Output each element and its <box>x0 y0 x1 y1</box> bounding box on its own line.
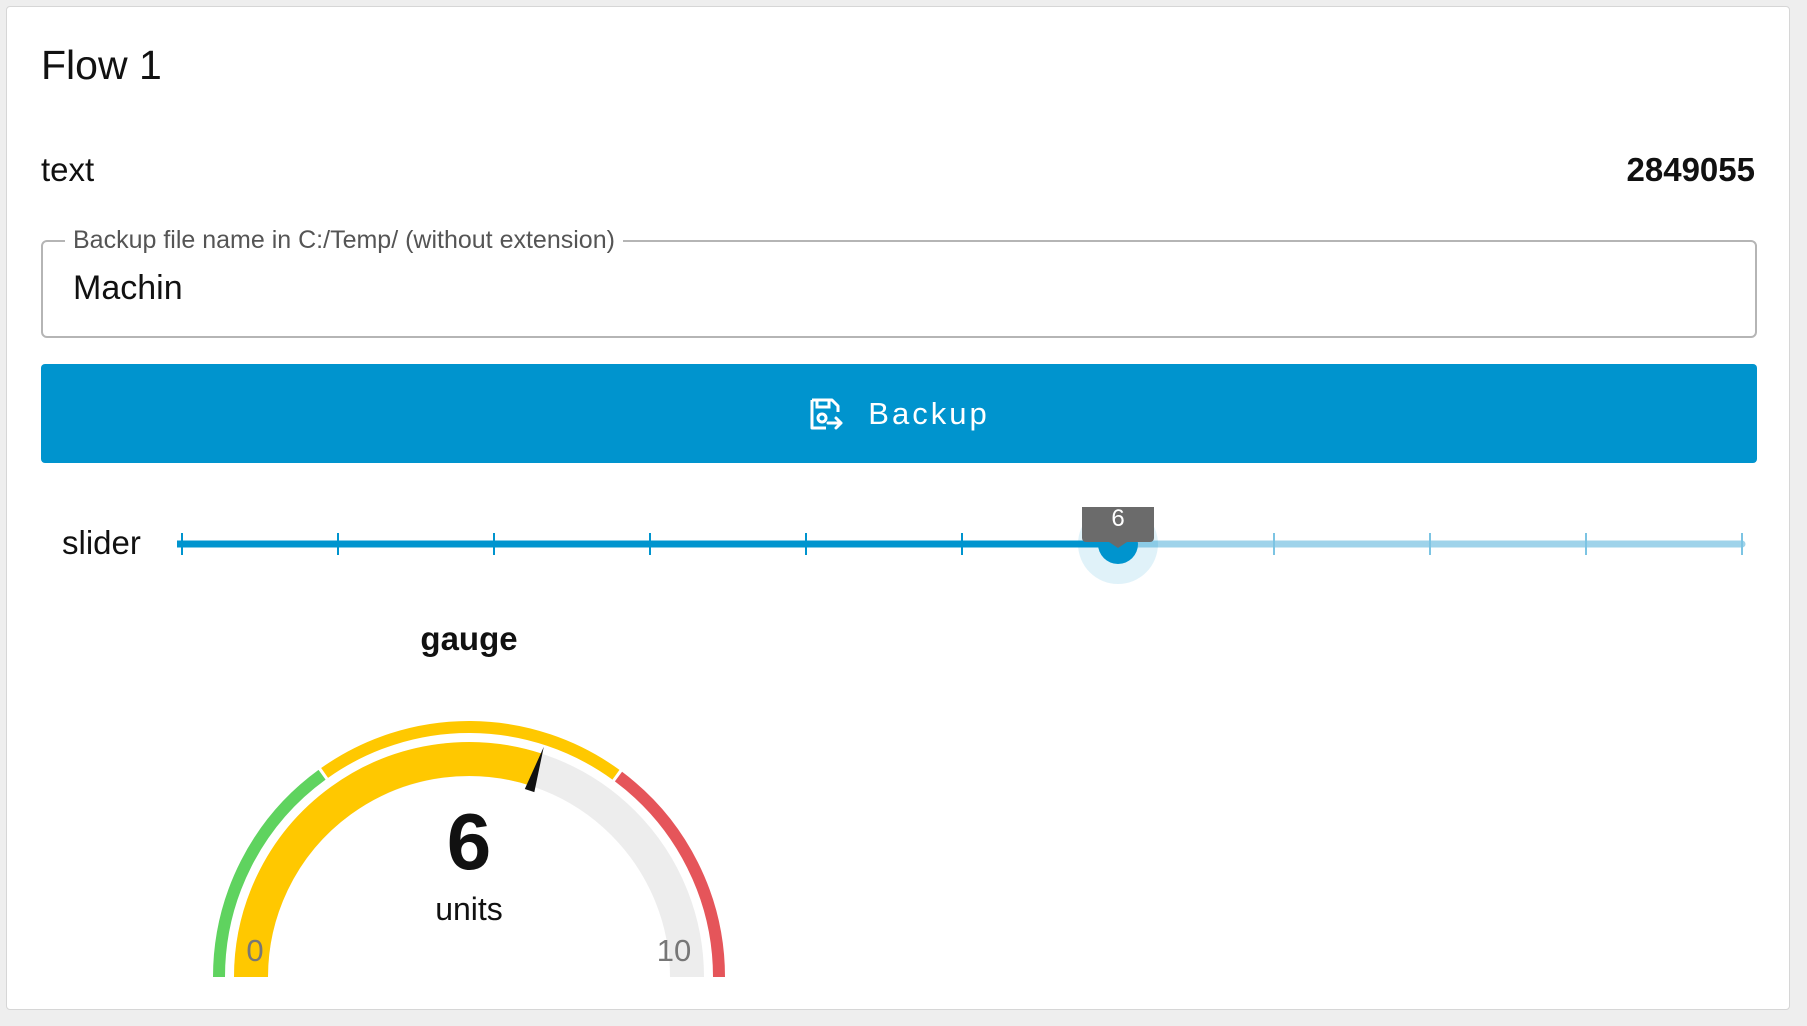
slider-value-tooltip-text: 6 <box>1111 507 1124 532</box>
save-export-icon <box>808 396 844 432</box>
group-title: Flow 1 <box>41 42 162 88</box>
slider-value-tooltip: 6 <box>1082 492 1154 548</box>
gauge-max-label: 10 <box>657 933 691 968</box>
text-widget-value: 2849055 <box>1626 151 1755 188</box>
gauge: gauge 6 units 0 10 <box>167 615 767 995</box>
gauge-units: units <box>435 891 503 927</box>
backup-button-label: Backup <box>868 395 990 431</box>
slider-label: slider <box>62 524 141 561</box>
backup-button[interactable]: Backup <box>41 364 1757 463</box>
dashboard-group-card: Flow 1 text 2849055 Backup file name in … <box>6 6 1790 1010</box>
gauge-title: gauge <box>420 620 517 657</box>
backup-filename-field[interactable]: Backup file name in C:/Temp/ (without ex… <box>41 224 1757 338</box>
backup-filename-input[interactable] <box>73 268 1673 309</box>
text-widget-label: text <box>41 151 95 188</box>
slider[interactable]: 6 <box>173 492 1757 597</box>
gauge-value: 6 <box>447 797 492 886</box>
backup-filename-label: Backup file name in C:/Temp/ (without ex… <box>65 224 623 257</box>
gauge-min-label: 0 <box>246 933 263 968</box>
